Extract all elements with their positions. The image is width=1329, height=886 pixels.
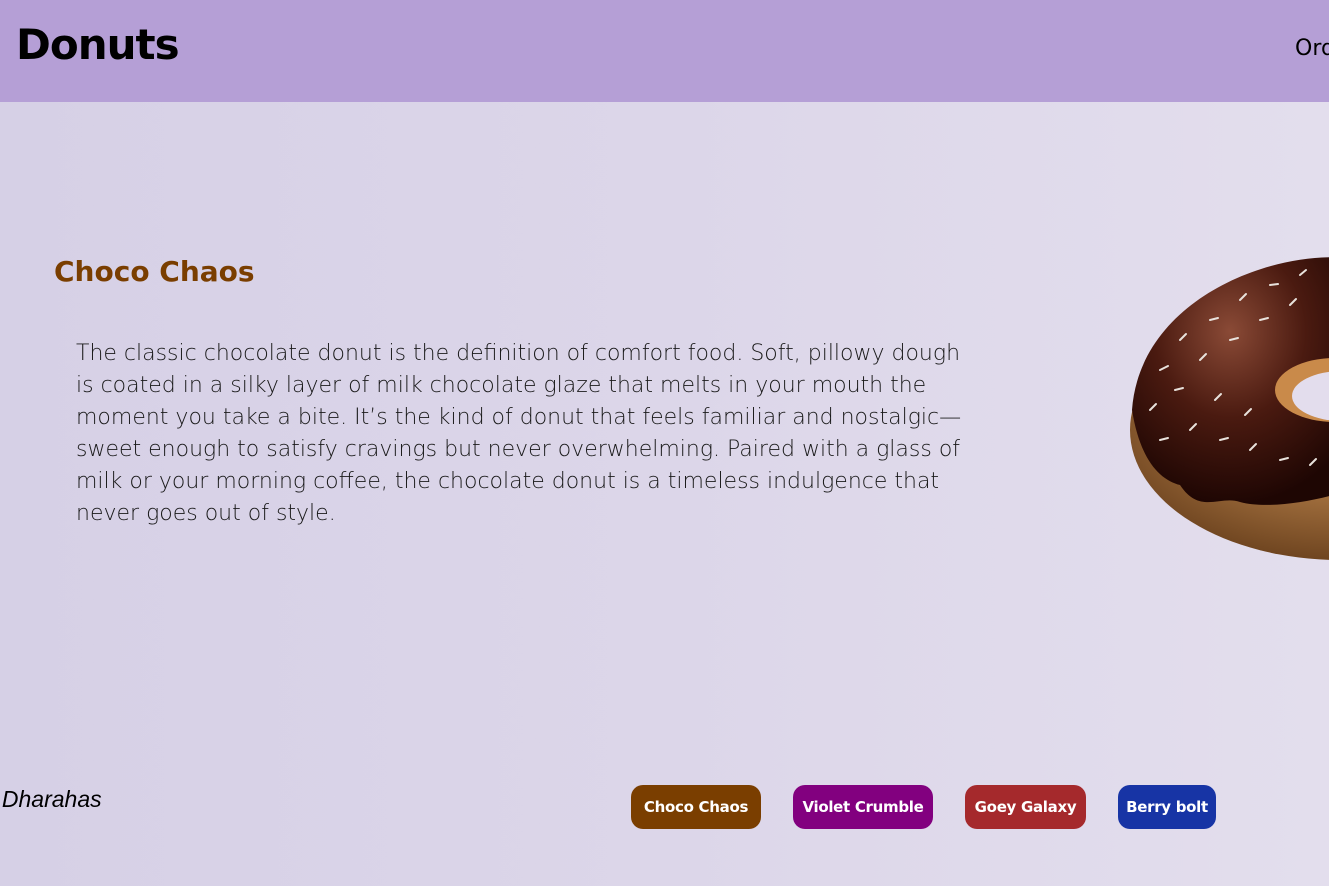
logo[interactable]: Donuts — [16, 20, 180, 69]
footer-credit: y Dharahas — [0, 786, 102, 812]
flavor-button-choco-chaos[interactable]: Choco Chaos — [631, 785, 761, 829]
product-description: The classic chocolate donut is the defin… — [76, 341, 962, 526]
flavor-button-goey-galaxy[interactable]: Goey Galaxy — [965, 785, 1086, 829]
header: Donuts Ord — [0, 0, 1329, 102]
flavor-button-violet-crumble[interactable]: Violet Crumble — [793, 785, 933, 829]
product-title: Choco Chaos — [54, 255, 255, 288]
nav-link-order[interactable]: Ord — [1295, 36, 1329, 61]
donut-image — [1130, 257, 1329, 560]
flavor-button-berry-bolt[interactable]: Berry bolt — [1118, 785, 1216, 829]
